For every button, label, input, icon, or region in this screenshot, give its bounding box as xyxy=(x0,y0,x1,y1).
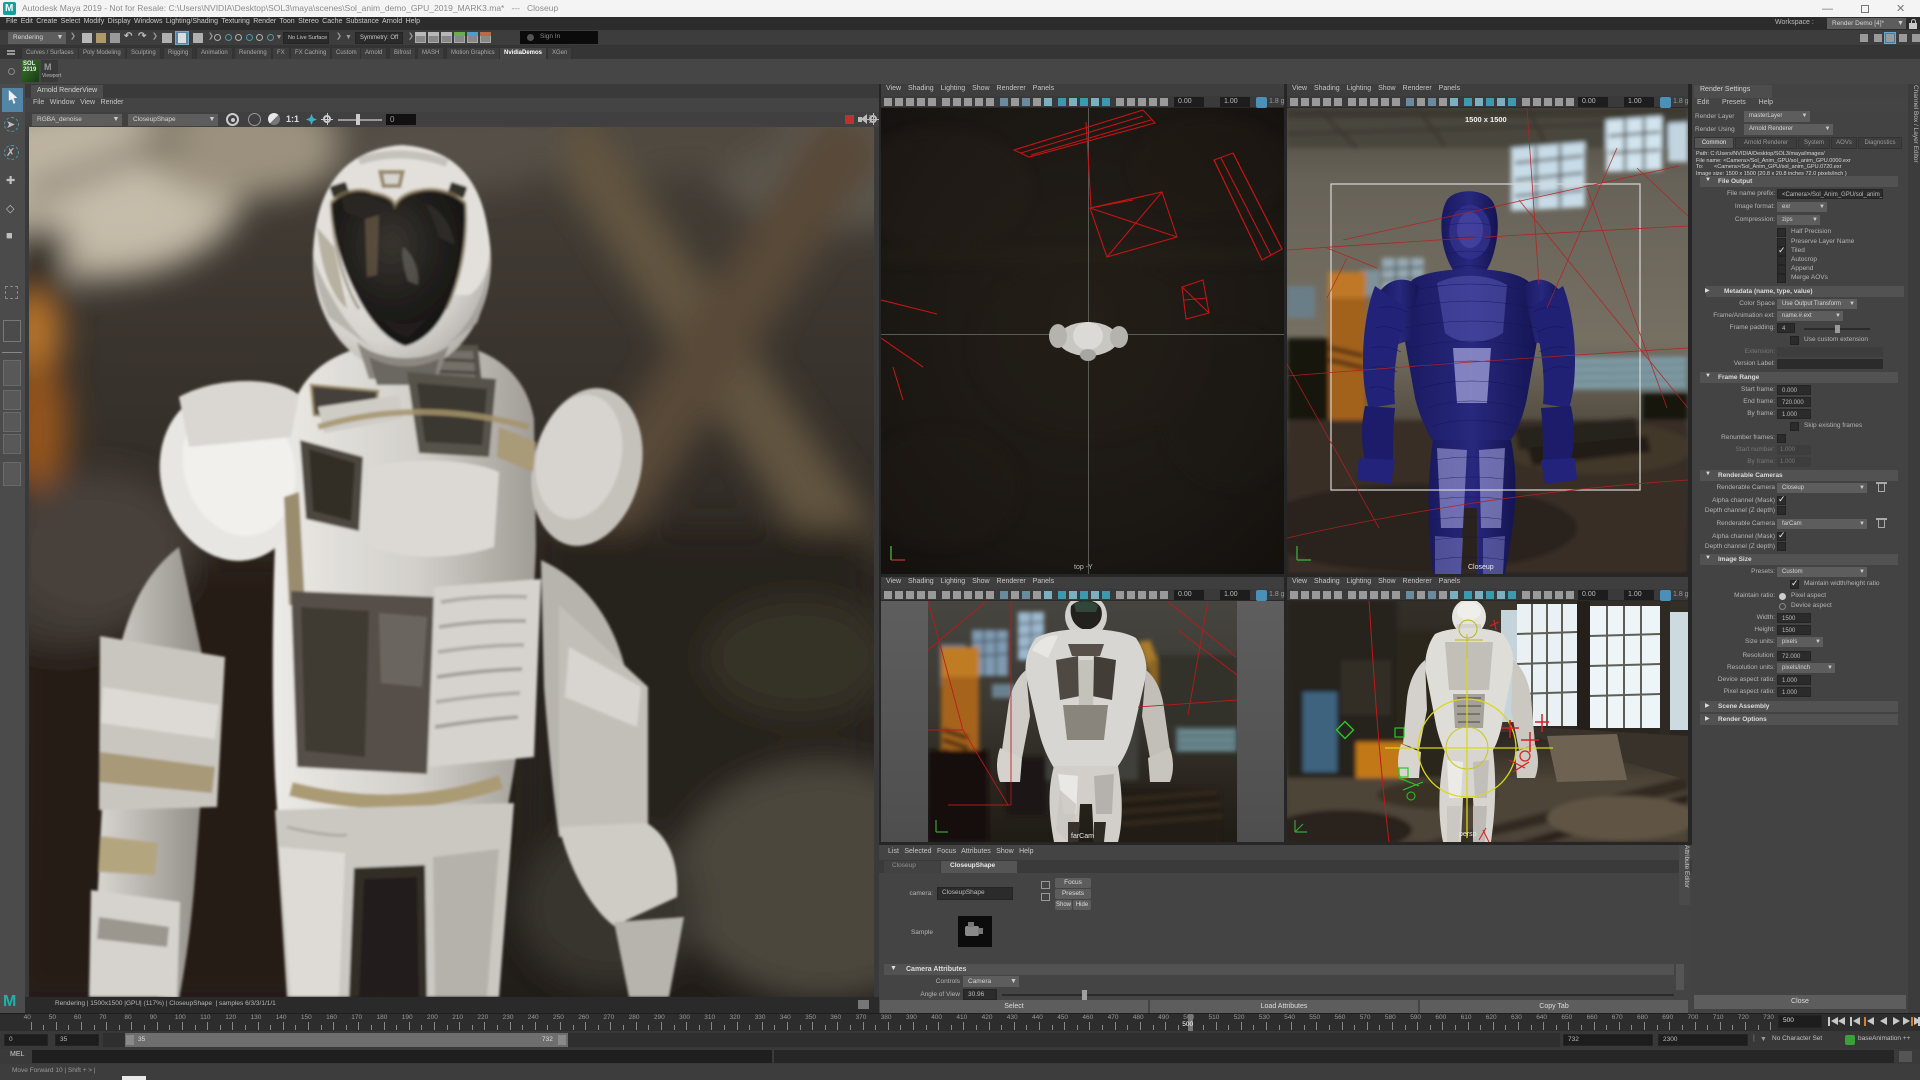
svg-text:Closeup: Closeup xyxy=(1468,564,1494,571)
svg-text:1500 x 1500: 1500 x 1500 xyxy=(1465,115,1507,124)
svg-text:farCam: farCam xyxy=(1071,833,1094,840)
svg-text:top -Y: top -Y xyxy=(1074,564,1093,571)
svg-text:persp: persp xyxy=(1459,831,1477,838)
